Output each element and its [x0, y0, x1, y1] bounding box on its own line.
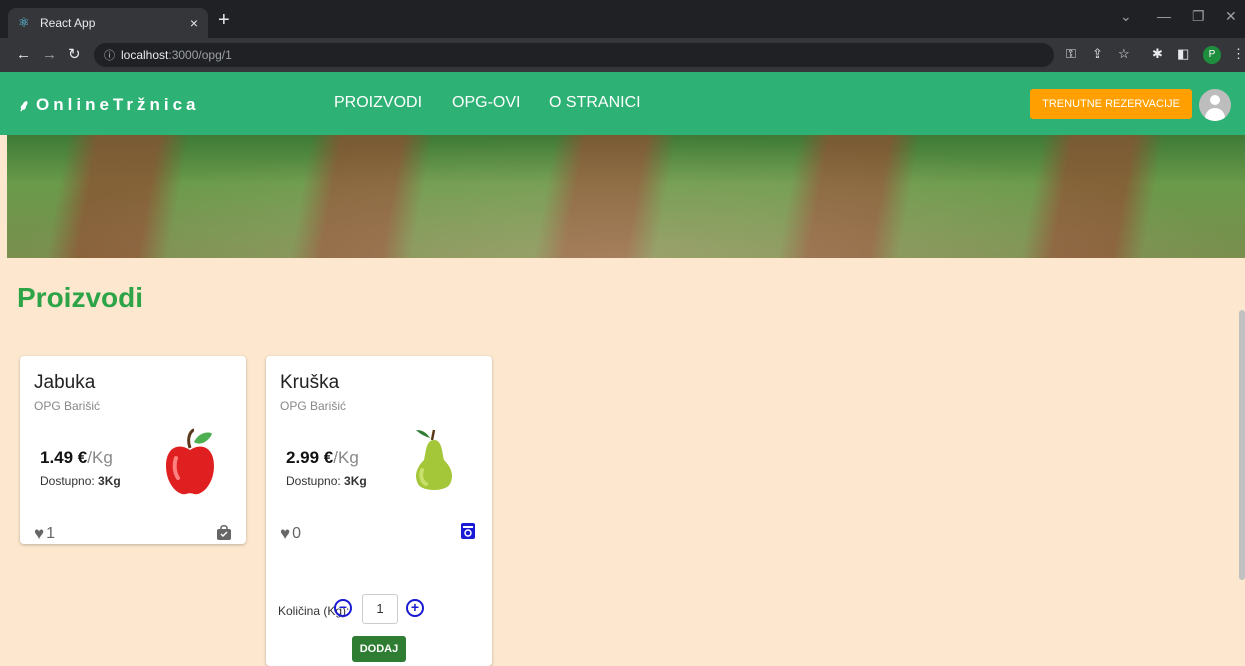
- avatar-torso: [1205, 108, 1225, 121]
- heart-icon[interactable]: ♥: [280, 524, 290, 544]
- react-icon: ⚛: [18, 15, 30, 30]
- menu-icon[interactable]: ⋮: [1232, 46, 1245, 62]
- likes-count: 0: [292, 525, 301, 542]
- shopping-bag-icon[interactable]: [216, 524, 232, 540]
- key-icon[interactable]: ⚿: [1066, 46, 1076, 62]
- extensions-icon[interactable]: ✱: [1152, 46, 1163, 62]
- decrease-quantity-icon[interactable]: −: [334, 599, 352, 617]
- share-icon[interactable]: ⇪: [1092, 46, 1103, 62]
- product-card: Jabuka OPG Barišić 1.49 €/Kg Dostupno: 3…: [20, 356, 246, 544]
- price-unit: /Kg: [333, 448, 359, 467]
- current-reservations-button[interactable]: TRENUTNE REZERVACIJE: [1030, 89, 1192, 119]
- quantity-input[interactable]: 1: [362, 594, 398, 624]
- product-opg: OPG Barišić: [34, 399, 101, 413]
- browser-tab[interactable]: ⚛ React App ×: [8, 8, 208, 38]
- site-logo[interactable]: ⸙ OnlineTržnica: [18, 94, 200, 116]
- available-value: 3Kg: [98, 474, 121, 488]
- add-button[interactable]: DODAJ: [352, 636, 406, 662]
- price-unit: /Kg: [87, 448, 113, 467]
- browser-tab-bar: ⚛ React App × + ⌄ — ❐ ✕: [0, 0, 1245, 38]
- forward-icon[interactable]: →: [42, 46, 57, 64]
- side-panel-icon[interactable]: ◧: [1177, 46, 1189, 62]
- available-label: Dostupno:: [40, 474, 95, 488]
- reservation-icon[interactable]: [460, 522, 476, 540]
- profile-avatar[interactable]: P: [1203, 46, 1221, 64]
- site-info-icon[interactable]: ⓘ: [104, 47, 115, 63]
- product-price: 2.99 €/Kg: [286, 448, 359, 468]
- reload-icon[interactable]: ↻: [68, 46, 81, 64]
- likes-counter[interactable]: ♥ 0: [280, 524, 301, 544]
- field-banner-image: [7, 135, 1245, 258]
- tab-title: React App: [40, 16, 96, 30]
- product-name: Kruška: [280, 372, 340, 393]
- product-name: Jabuka: [34, 372, 96, 393]
- bookmark-star-icon[interactable]: ☆: [1118, 46, 1130, 62]
- price-value: 1.49 €: [40, 448, 88, 467]
- available-label: Dostupno:: [286, 474, 341, 488]
- product-availability: Dostupno: 3Kg: [286, 474, 367, 488]
- address-bar: ← → ↻ ⓘ localhost :3000/opg/1 ⚿ ⇪ ☆ ✱ ◧ …: [0, 38, 1245, 72]
- tab-search-icon[interactable]: ⌄: [1120, 8, 1132, 25]
- heart-icon[interactable]: ♥: [34, 524, 44, 544]
- product-opg: OPG Barišić: [280, 399, 347, 413]
- url-path: :3000/opg/1: [168, 48, 232, 62]
- available-value: 3Kg: [344, 474, 367, 488]
- avatar-head: [1210, 95, 1220, 105]
- nav-link-proizvodi[interactable]: PROIZVODI: [334, 94, 422, 112]
- likes-counter[interactable]: ♥ 1: [34, 524, 55, 544]
- url-field[interactable]: ⓘ localhost :3000/opg/1: [94, 43, 1054, 67]
- product-price: 1.49 €/Kg: [40, 448, 113, 468]
- user-avatar-icon[interactable]: [1199, 89, 1231, 121]
- back-icon[interactable]: ←: [16, 46, 31, 64]
- page-scrollbar[interactable]: [1239, 310, 1245, 580]
- likes-count: 1: [46, 525, 55, 542]
- leaf-icon: ⸙: [18, 98, 31, 115]
- product-card: Kruška OPG Barišić 2.99 €/Kg Dostupno: 3…: [266, 356, 492, 666]
- section-title: Proizvodi: [17, 282, 144, 313]
- product-availability: Dostupno: 3Kg: [40, 474, 121, 488]
- minimize-icon[interactable]: —: [1157, 8, 1171, 24]
- price-value: 2.99 €: [286, 448, 334, 467]
- nav-link-opg-ovi[interactable]: OPG-OVI: [452, 94, 520, 112]
- url-host: localhost: [121, 48, 169, 62]
- nav-link-o-stranici[interactable]: O STRANICI: [549, 94, 641, 112]
- increase-quantity-icon[interactable]: +: [406, 599, 424, 617]
- logo-text: OnlineTržnica: [36, 95, 200, 114]
- new-tab-button[interactable]: +: [218, 10, 230, 30]
- close-window-icon[interactable]: ✕: [1225, 8, 1237, 25]
- pear-icon: [416, 429, 452, 490]
- restore-icon[interactable]: ❐: [1192, 8, 1205, 25]
- tab-close-button[interactable]: ×: [190, 15, 198, 31]
- app-navbar: ⸙ OnlineTržnica PROIZVODI OPG-OVI O STRA…: [0, 72, 1245, 135]
- apple-icon: [166, 428, 214, 495]
